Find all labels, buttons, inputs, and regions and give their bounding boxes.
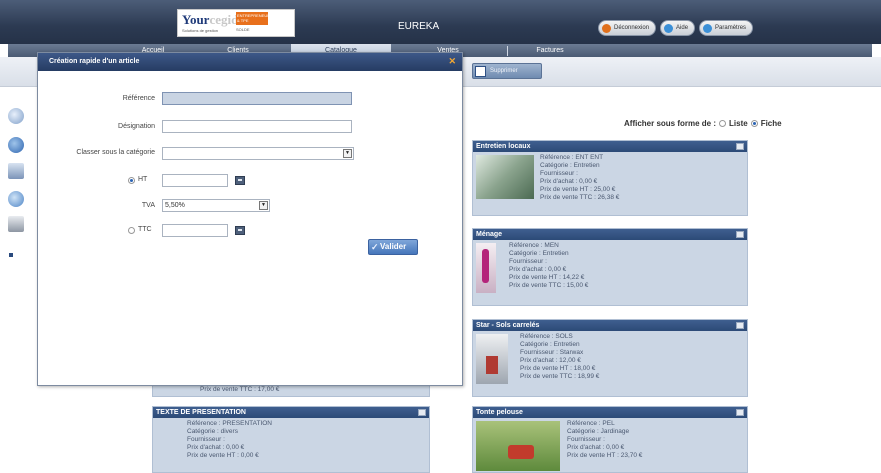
- left-marker: [9, 253, 13, 257]
- close-icon[interactable]: ✕: [448, 57, 456, 66]
- delete-label: Supprimer: [490, 68, 518, 74]
- category-label: Classer sous la catégorie: [76, 149, 155, 156]
- calculator-icon[interactable]: [235, 176, 245, 185]
- settings-button[interactable]: Paramètres: [699, 20, 754, 36]
- article-card-presentation[interactable]: TEXTE DE PRESENTATION Référence : PRESEN…: [152, 406, 430, 473]
- view-list-radio[interactable]: [719, 120, 727, 127]
- card-title: TEXTE DE PRESENTATION: [153, 407, 429, 418]
- logo-tagline: Solutions de gestion: [182, 28, 219, 33]
- card-title: Entretien locaux: [473, 141, 747, 152]
- logout-button[interactable]: Déconnexion: [598, 20, 657, 36]
- view-card-label: Fiche: [760, 119, 782, 128]
- view-selector-label: Afficher sous forme de :: [624, 119, 717, 128]
- tva-value: 5,50%: [165, 202, 185, 209]
- trash-icon[interactable]: [8, 216, 24, 232]
- ttc-label: TTC: [138, 226, 152, 233]
- ht-radio[interactable]: [128, 177, 135, 184]
- reference-input[interactable]: [162, 92, 352, 105]
- ht-input[interactable]: [162, 174, 228, 187]
- article-card-tonte[interactable]: Tonte pelouse Référence : PEL Catégorie :…: [472, 406, 748, 473]
- settings-icon: [703, 23, 713, 33]
- article-card-entretien[interactable]: Entretien locaux Référence : ENT ENT Caté…: [472, 140, 748, 216]
- category-select[interactable]: ▼: [162, 147, 354, 160]
- dialog-header: Création rapide d'un article ✕: [38, 53, 462, 71]
- search-icon[interactable]: [8, 108, 24, 124]
- logo-badge-sub: SOLDE: [236, 27, 250, 32]
- tab-factures[interactable]: Factures: [520, 44, 580, 57]
- card-details: Référence : PRESENTATION Catégorie : dive…: [187, 420, 273, 459]
- card-close-icon[interactable]: [418, 409, 426, 416]
- delete-button[interactable]: Supprimer: [472, 63, 542, 79]
- designation-input[interactable]: [162, 120, 352, 133]
- power-icon: [602, 23, 611, 33]
- product-image: [476, 421, 560, 471]
- chevron-down-icon[interactable]: ▼: [259, 201, 268, 210]
- header-buttons: Déconnexion Aide Paramètres: [598, 20, 812, 36]
- card-details: Référence : PEL Catégorie : Jardinage Four…: [567, 420, 643, 459]
- card-details: Référence : ENT ENT Catégorie : Entretien…: [540, 154, 620, 201]
- ht-label: HT: [138, 176, 148, 183]
- tva-select[interactable]: 5,50% ▼: [162, 199, 270, 212]
- card-title: Ménage: [473, 229, 747, 240]
- help-icon: [664, 23, 674, 33]
- product-image: [476, 334, 508, 384]
- card-close-icon[interactable]: [736, 322, 744, 329]
- product-image: [476, 243, 496, 293]
- card-details: Prix de vente TTC : 17,00 €: [200, 386, 280, 393]
- ttc-radio[interactable]: [128, 227, 135, 234]
- card-details: Référence : SOLS Catégorie : Entretien Fou…: [520, 333, 600, 380]
- card-title: Star - Sols carrelés: [473, 320, 747, 331]
- view-selector: Afficher sous forme de : Liste Fiche: [624, 119, 782, 128]
- validate-button[interactable]: ✓ Valider: [368, 239, 418, 255]
- view-list-label: Liste: [729, 119, 748, 128]
- designation-label: Désignation: [118, 123, 155, 130]
- refresh-icon[interactable]: [8, 191, 24, 207]
- help-label: Aide: [676, 25, 689, 31]
- help-button[interactable]: Aide: [660, 20, 696, 36]
- tva-label: TVA: [141, 202, 155, 209]
- logo-badge: ENTREPRENEURS & TPE: [236, 12, 273, 25]
- card-close-icon[interactable]: [736, 231, 744, 238]
- logo-brand: Yourcegid: [182, 12, 239, 27]
- yourcegid-logo[interactable]: Yourcegid Solutions de gestion ENTREPREN…: [177, 9, 295, 37]
- document-icon[interactable]: [8, 163, 24, 179]
- nav-divider: [507, 46, 508, 56]
- card-details: Référence : MEN Catégorie : Entretien Four…: [509, 242, 589, 289]
- card-close-icon[interactable]: [736, 409, 744, 416]
- quick-create-article-dialog: Création rapide d'un article ✕ Référence…: [37, 52, 463, 386]
- globe-icon[interactable]: [8, 137, 24, 153]
- chevron-down-icon[interactable]: ▼: [343, 149, 352, 158]
- view-card-radio[interactable]: [750, 120, 758, 127]
- card-close-icon[interactable]: [736, 143, 744, 150]
- product-image: [476, 155, 534, 199]
- calculator-icon[interactable]: [235, 226, 245, 235]
- dialog-title: Création rapide d'un article: [49, 58, 140, 65]
- article-card-sols[interactable]: Star - Sols carrelés Référence : SOLS Cat…: [472, 319, 748, 397]
- card-title: Tonte pelouse: [473, 407, 747, 418]
- reference-label: Référence: [122, 95, 155, 102]
- app-title: EUREKA: [398, 21, 440, 32]
- logout-label: Déconnexion: [614, 25, 650, 31]
- settings-label: Paramètres: [715, 25, 747, 31]
- check-icon: ✓: [371, 242, 379, 252]
- article-card-menage[interactable]: Ménage Référence : MEN Catégorie : Entret…: [472, 228, 748, 306]
- validate-label: Valider: [380, 242, 407, 251]
- delete-icon: [475, 65, 486, 77]
- ttc-input[interactable]: [162, 224, 228, 237]
- top-bar: Yourcegid Solutions de gestion ENTREPREN…: [0, 0, 881, 44]
